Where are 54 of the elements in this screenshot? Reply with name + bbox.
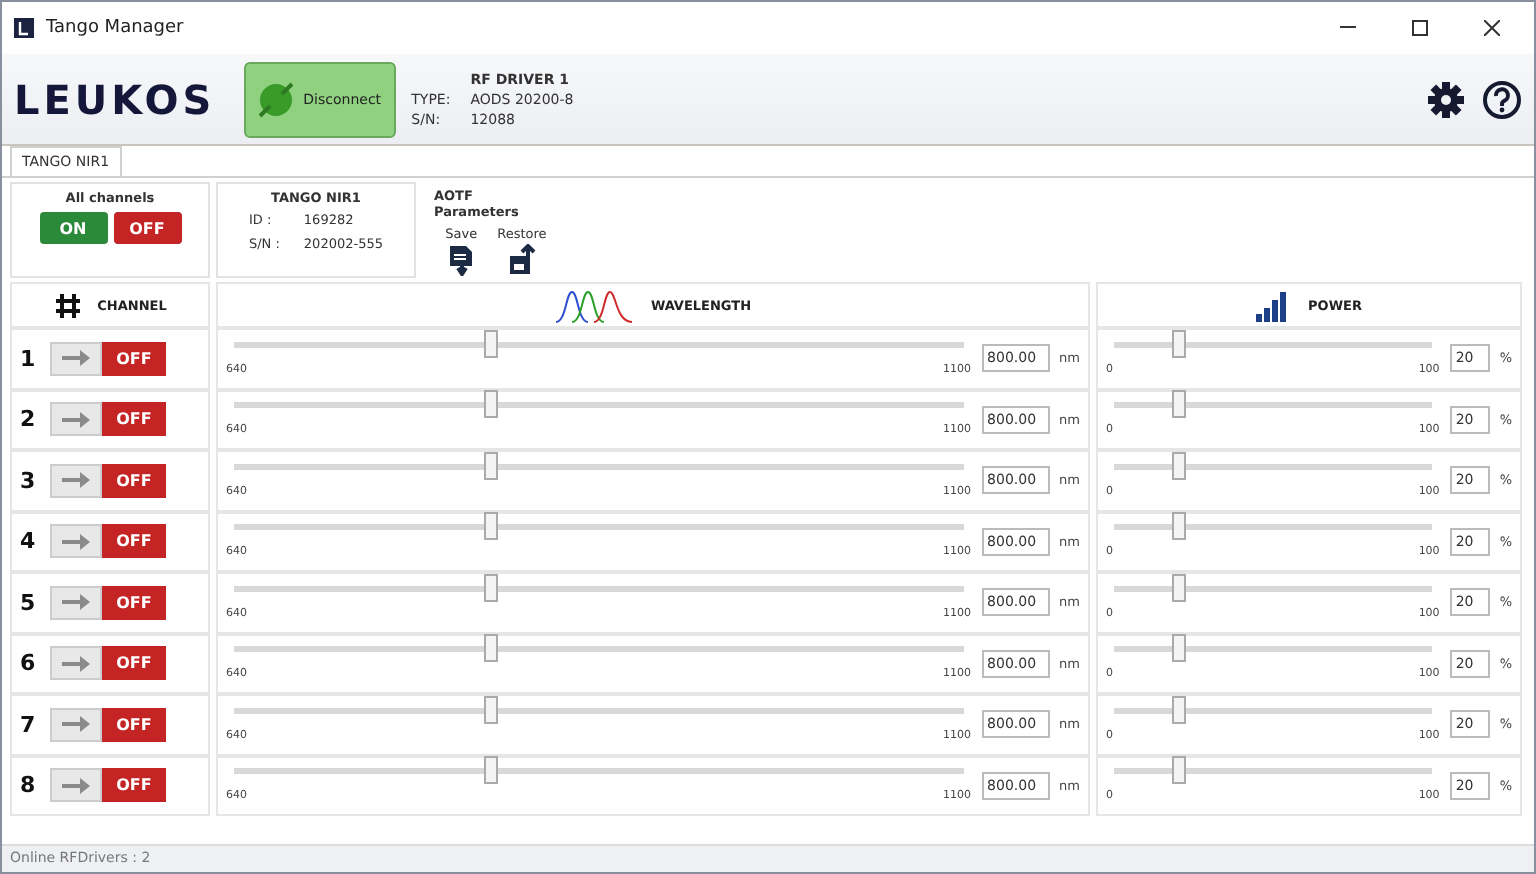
channel-number: 6: [20, 650, 38, 677]
settings-icon[interactable]: [1426, 79, 1466, 119]
channel-number: 1: [20, 345, 38, 372]
close-icon: [1484, 20, 1500, 36]
hash-icon: [53, 291, 82, 319]
slider-thumb[interactable]: [1171, 390, 1186, 419]
slider-thumb[interactable]: [483, 573, 498, 602]
channel-number: 5: [20, 589, 38, 616]
slider-thumb[interactable]: [483, 634, 498, 663]
slider-thumb[interactable]: [1171, 634, 1186, 663]
channel-state-button[interactable]: OFF: [102, 402, 166, 437]
slider-thumb[interactable]: [1171, 756, 1186, 785]
arrow-icon: [62, 350, 90, 367]
all-on-button[interactable]: ON: [39, 212, 107, 244]
app-icon: [14, 18, 34, 38]
slider-thumb[interactable]: [1171, 573, 1186, 602]
minimize-icon: [1340, 26, 1356, 30]
channel-state-button[interactable]: OFF: [102, 646, 166, 681]
restore-icon[interactable]: [507, 244, 536, 276]
channel-state-button[interactable]: OFF: [102, 463, 166, 498]
slider-thumb[interactable]: [483, 695, 498, 724]
slider-thumb[interactable]: [1171, 512, 1186, 541]
channel-number: 2: [20, 406, 38, 433]
channel-number: 4: [20, 528, 38, 555]
slider-thumb[interactable]: [483, 390, 498, 419]
slider-thumb[interactable]: [1171, 695, 1186, 724]
slider-thumb[interactable]: [483, 756, 498, 785]
help-icon[interactable]: [1482, 79, 1522, 119]
channel-state-button[interactable]: OFF: [102, 768, 166, 803]
arrow-icon: [62, 716, 90, 733]
channel-state-button[interactable]: OFF: [102, 341, 166, 376]
logo: LEUKOS: [14, 75, 216, 123]
arrow-icon: [62, 472, 90, 489]
arrow-icon: [62, 533, 90, 550]
arrow-icon: [62, 594, 90, 611]
all-off-button[interactable]: OFF: [113, 212, 181, 244]
window-title: Tango Manager: [46, 18, 186, 38]
slider-thumb[interactable]: [483, 451, 498, 480]
channel-state-button[interactable]: OFF: [102, 707, 166, 742]
channel-number: 8: [20, 772, 38, 799]
channel-state-button[interactable]: OFF: [102, 585, 166, 620]
slider-thumb[interactable]: [483, 512, 498, 541]
slider-thumb[interactable]: [483, 329, 498, 358]
slider-thumb[interactable]: [1171, 451, 1186, 480]
save-icon[interactable]: [447, 244, 476, 276]
maximize-icon: [1412, 20, 1428, 36]
channel-number: 3: [20, 467, 38, 494]
channel-number: 7: [20, 711, 38, 738]
arrow-icon: [62, 411, 90, 428]
arrow-icon: [62, 655, 90, 672]
spectrum-icon: [554, 287, 635, 323]
channel-state-button[interactable]: OFF: [102, 524, 166, 559]
slider-thumb[interactable]: [1171, 329, 1186, 358]
arrow-icon: [62, 777, 90, 794]
